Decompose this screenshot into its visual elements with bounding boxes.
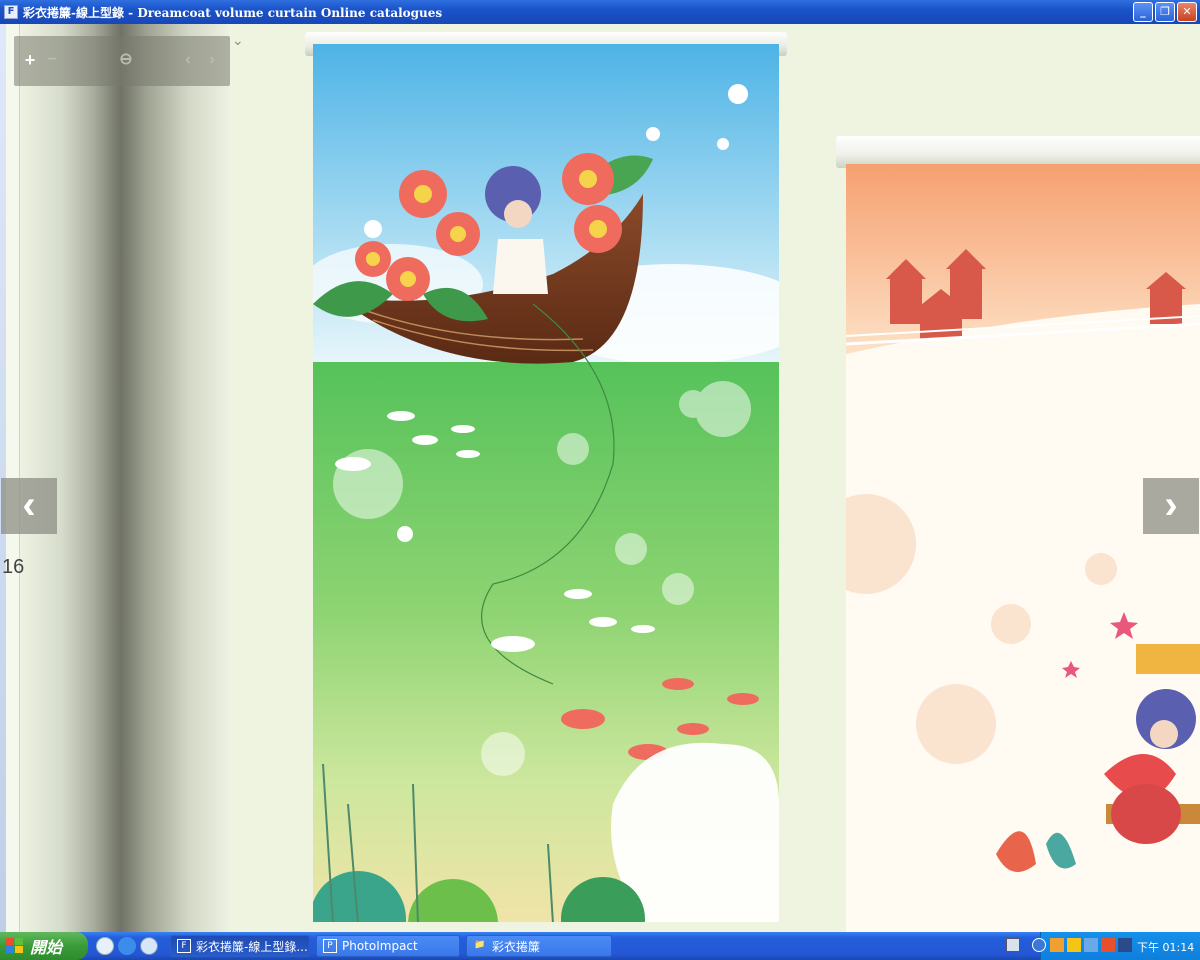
- close-button[interactable]: ✕: [1177, 2, 1197, 22]
- minimize-button[interactable]: _: [1133, 2, 1153, 22]
- photoimpact-icon: P: [323, 939, 337, 953]
- taskbar-item-label: 彩衣捲簾: [492, 939, 541, 954]
- tray-monitor-icon[interactable]: [1118, 938, 1132, 952]
- system-clock[interactable]: 下午 01:14: [1137, 939, 1194, 955]
- prev-small-button[interactable]: ‹: [178, 49, 198, 71]
- zoom-toolbar: + − ⊖ ‹ ›: [14, 36, 230, 86]
- app-icon-small: F: [177, 939, 191, 953]
- tray-app-icon[interactable]: [1050, 938, 1064, 952]
- media-player-icon[interactable]: [140, 937, 158, 955]
- taskbar-item-catalogue[interactable]: F 彩衣捲簾-線上型錄...: [170, 935, 310, 957]
- window-controls: _ ❐ ✕: [1133, 2, 1197, 22]
- show-desktop-icon[interactable]: [96, 937, 114, 955]
- window-titlebar[interactable]: F 彩衣捲簾-線上型錄 - Dreamcoat volume curtain O…: [0, 0, 1200, 24]
- zoom-in-button[interactable]: +: [20, 49, 40, 71]
- restore-button[interactable]: ❐: [1155, 2, 1175, 22]
- windows-flag-icon: [6, 938, 24, 954]
- taskbar-item-label: PhotoImpact: [342, 939, 418, 953]
- catalogue-viewer: + − ⊖ ‹ › ⌄ ‹ › 16: [0, 24, 1200, 932]
- zoom-out-button[interactable]: −: [42, 49, 62, 71]
- window-title: 彩衣捲簾-線上型錄 - Dreamcoat volume curtain Onl…: [23, 5, 443, 20]
- taskbar-item-folder[interactable]: 📁 彩衣捲簾: [466, 935, 612, 957]
- next-small-button[interactable]: ›: [202, 49, 222, 71]
- start-button[interactable]: 開始: [0, 932, 88, 960]
- start-label: 開始: [30, 938, 63, 957]
- chevron-left-icon[interactable]: [1032, 938, 1046, 952]
- app-icon: F: [4, 5, 18, 19]
- taskbar-item-photoimpact[interactable]: P PhotoImpact: [316, 935, 460, 957]
- hearts-illustration: [846, 164, 1200, 932]
- next-page-button[interactable]: ›: [1143, 478, 1199, 534]
- keyboard-icon[interactable]: [1006, 938, 1020, 952]
- folder-icon: 📁: [474, 940, 486, 950]
- curtain-image-boat: [313, 44, 779, 922]
- page-number: 16: [2, 556, 25, 578]
- curtain-image-hearts: [846, 164, 1200, 932]
- network-icon[interactable]: [1084, 938, 1098, 952]
- shield-icon[interactable]: [1067, 938, 1081, 952]
- chevron-down-icon[interactable]: ⌄: [232, 32, 248, 48]
- prev-page-button[interactable]: ‹: [1, 478, 57, 534]
- internet-explorer-icon[interactable]: [118, 937, 136, 955]
- boat-illustration: [313, 44, 779, 922]
- tray-program-icon[interactable]: [1101, 938, 1115, 952]
- taskbar-item-label: 彩衣捲簾-線上型錄...: [196, 939, 308, 954]
- zoom-reset-icon[interactable]: ⊖: [116, 49, 136, 71]
